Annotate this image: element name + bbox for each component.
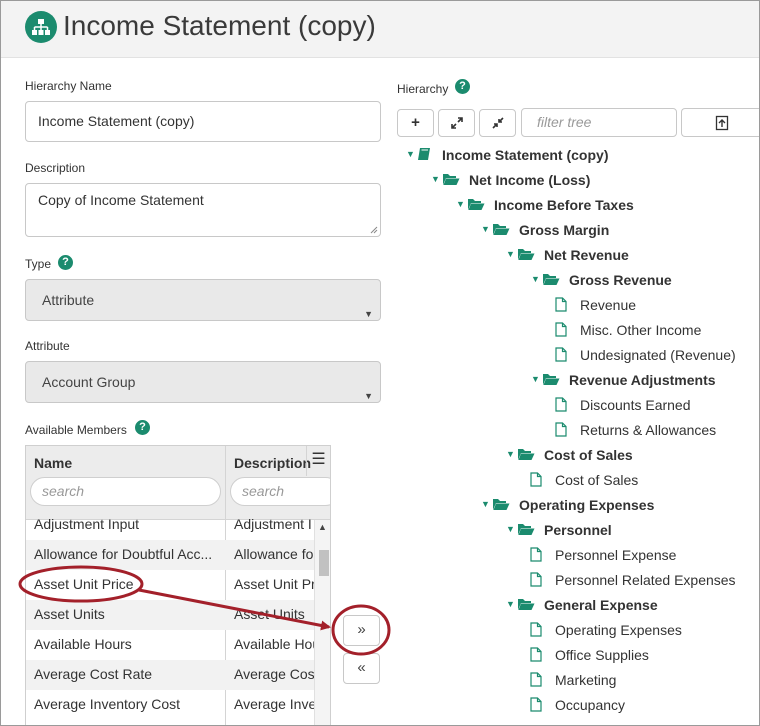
upload-icon	[715, 115, 728, 131]
cell-name: Asset Units	[34, 606, 105, 622]
description-value: Copy of Income Statement	[38, 192, 204, 208]
available-members-help-icon[interactable]: ?	[135, 420, 150, 435]
folder-open-icon	[467, 197, 485, 211]
attribute-select-value: Account Group	[42, 374, 136, 390]
table-row[interactable]: Asset Units Asset Units	[26, 600, 314, 630]
folder-open-icon	[492, 497, 510, 511]
file-icon	[555, 397, 567, 412]
column-menu-icon[interactable]: ☰	[306, 446, 330, 476]
file-icon	[555, 297, 567, 312]
table-row[interactable]: Adjustment Input Adjustment I	[26, 510, 314, 540]
caret-down-icon[interactable]: ▼	[531, 274, 540, 284]
scroll-up-icon[interactable]: ▲	[318, 522, 327, 532]
cell-description: Asset Unit Pr	[234, 576, 314, 592]
caret-down-icon[interactable]: ▼	[531, 374, 540, 384]
caret-down-icon[interactable]: ▼	[506, 524, 515, 534]
folder-open-icon	[517, 447, 535, 461]
type-select-value: Attribute	[42, 292, 95, 308]
folder-open-icon	[542, 372, 560, 386]
folder-open-icon	[492, 222, 510, 236]
description-search-input[interactable]: search	[230, 477, 330, 506]
file-icon	[530, 697, 542, 712]
add-node-button[interactable]: +	[397, 109, 434, 137]
caret-down-icon[interactable]: ▼	[506, 599, 515, 609]
export-button[interactable]	[681, 108, 759, 137]
file-icon	[530, 622, 542, 637]
folder-open-icon	[542, 272, 560, 286]
cell-name: Allowance for Doubtful Acc...	[34, 546, 213, 562]
chevron-down-icon: ▼	[364, 309, 373, 319]
type-select[interactable]: Attribute ▼	[25, 279, 381, 321]
cell-description: Average Inve	[234, 696, 314, 712]
page-title: Income Statement (copy)	[63, 10, 376, 41]
type-label: Type	[25, 257, 52, 271]
folder-open-icon	[517, 522, 535, 536]
available-members-label: Available Members	[25, 423, 127, 437]
file-icon	[530, 672, 542, 687]
remove-member-button[interactable]: «	[343, 653, 380, 684]
hierarchy-name-label: Hierarchy Name	[25, 79, 112, 93]
cell-name: Available Hours	[34, 636, 132, 652]
file-icon	[555, 322, 567, 337]
table-row[interactable]: Average Cost Rate Average Cost	[26, 660, 314, 690]
file-icon	[555, 347, 567, 362]
resize-handle-icon[interactable]	[370, 226, 378, 234]
add-member-button[interactable]: »	[343, 615, 380, 646]
caret-down-icon[interactable]: ▼	[481, 224, 490, 234]
scrollbar-thumb[interactable]	[319, 550, 329, 576]
hierarchy-help-icon[interactable]: ?	[455, 79, 470, 94]
chevron-down-icon: ▼	[364, 391, 373, 401]
cell-description: Adjustment I	[234, 516, 312, 532]
table-row[interactable]: Available Hours Available Hou	[26, 630, 314, 660]
file-icon	[530, 647, 542, 662]
grid-scrollbar[interactable]: ▲	[314, 520, 330, 725]
caret-down-icon[interactable]: ▼	[506, 249, 515, 259]
attribute-label: Attribute	[25, 339, 70, 353]
name-search-input[interactable]: search	[30, 477, 221, 506]
expand-icon	[450, 117, 463, 129]
hierarchy-name-input[interactable]: Income Statement (copy)	[25, 101, 381, 142]
cell-description: Allowance fo	[234, 546, 314, 562]
table-row[interactable]: Asset Unit Price Asset Unit Pr	[26, 570, 314, 600]
type-help-icon[interactable]: ?	[58, 255, 73, 270]
caret-down-icon[interactable]: ▼	[481, 499, 490, 509]
cell-name: Average Inventory Cost	[34, 696, 181, 712]
available-members-grid: Name Description ☰ search search Adjustm…	[25, 445, 331, 725]
filter-tree-input[interactable]: filter tree	[521, 108, 677, 137]
description-label: Description	[25, 161, 86, 175]
app-window: Income Statement (copy) Hierarchy Name I…	[0, 0, 760, 726]
caret-down-icon[interactable]: ▼	[506, 449, 515, 459]
caret-down-icon[interactable]: ▼	[406, 149, 415, 159]
folder-open-icon	[517, 247, 535, 261]
caret-down-icon[interactable]: ▼	[456, 199, 465, 209]
collapse-all-button[interactable]	[479, 109, 516, 137]
expand-all-button[interactable]	[438, 109, 475, 137]
caret-down-icon[interactable]: ▼	[431, 174, 440, 184]
folder-open-icon	[517, 597, 535, 611]
hierarchy-icon	[25, 11, 57, 43]
column-header-name[interactable]: Name	[34, 455, 72, 471]
collapse-icon	[491, 117, 504, 129]
cell-description: Average Cost	[234, 666, 314, 682]
table-row[interactable]: Allowance for Doubtful Acc... Allowance …	[26, 540, 314, 570]
cell-name: Average Cost Rate	[34, 666, 153, 682]
page-header: Income Statement (copy)	[1, 1, 759, 58]
cell-description: Available Hou	[234, 636, 314, 652]
file-icon	[530, 547, 542, 562]
table-row[interactable]: Average Inventory Cost Average Inve	[26, 690, 314, 720]
file-icon	[530, 572, 542, 587]
cell-name: Adjustment Input	[34, 516, 140, 532]
grid-header: Name Description ☰ search search	[26, 446, 330, 520]
file-icon	[530, 472, 542, 487]
column-header-description[interactable]: Description	[234, 455, 311, 471]
description-textarea[interactable]: Copy of Income Statement	[25, 183, 381, 237]
folder-open-icon	[442, 172, 460, 186]
file-icon	[555, 422, 567, 437]
cell-name: Asset Unit Price	[34, 576, 134, 592]
cell-description: Asset Units	[234, 606, 305, 622]
book-icon	[417, 147, 431, 161]
attribute-select[interactable]: Account Group ▼	[25, 361, 381, 403]
hierarchy-label: Hierarchy	[397, 82, 449, 96]
